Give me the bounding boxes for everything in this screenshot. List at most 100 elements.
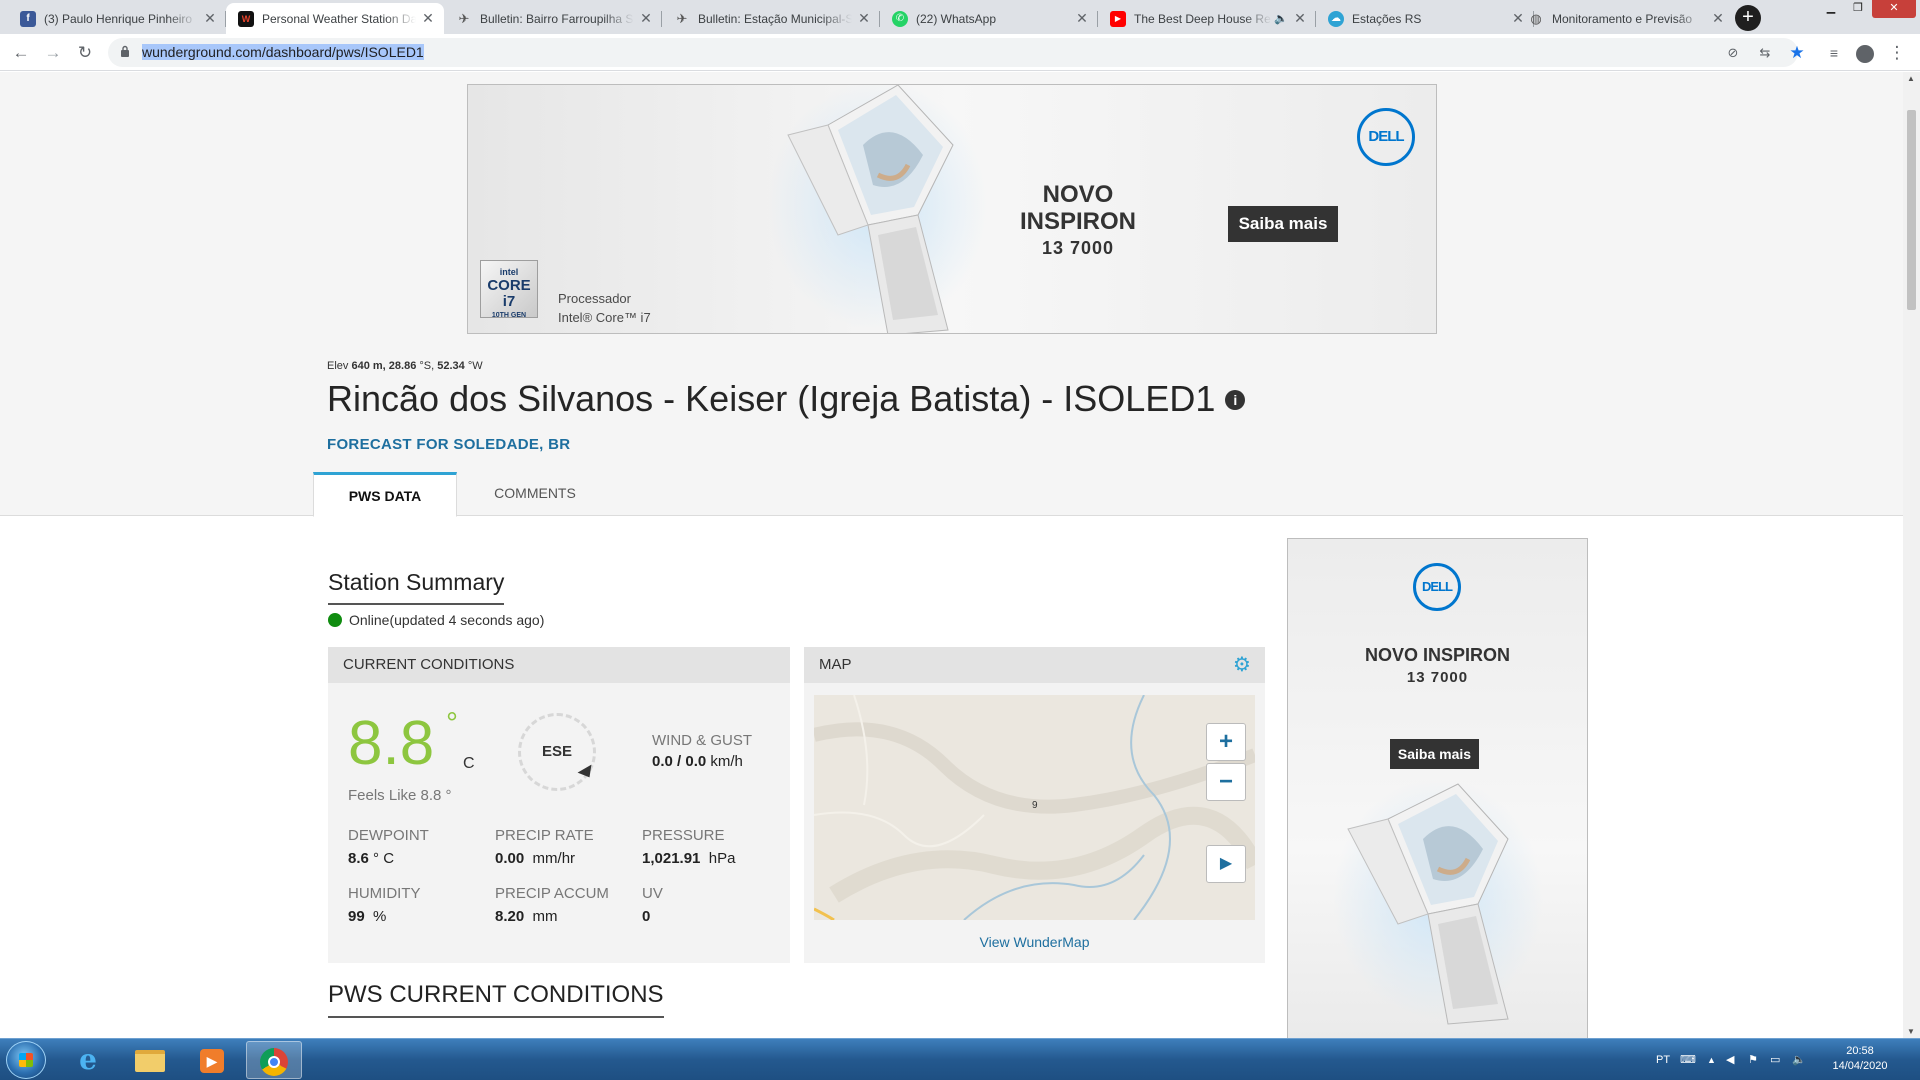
browser-tab[interactable]: ☁ Estações RS ✕ xyxy=(1316,3,1534,34)
online-status-dot xyxy=(328,613,342,627)
saiba-mais-button[interactable]: Saiba mais xyxy=(1390,739,1479,769)
media-player-icon[interactable]: ▶ xyxy=(184,1041,240,1079)
dell-logo: DELL xyxy=(1357,108,1415,166)
close-icon[interactable]: ✕ xyxy=(1292,10,1308,27)
audio-playing-icon[interactable]: 🔈 xyxy=(1274,12,1288,25)
youtube-icon: ▶ xyxy=(1110,10,1126,27)
bookmark-star-icon[interactable]: ★ xyxy=(1788,44,1806,62)
language-indicator[interactable]: PT xyxy=(1656,1039,1670,1080)
tab-title: The Best Deep House Re xyxy=(1134,11,1271,26)
internet-explorer-icon[interactable]: e xyxy=(60,1041,116,1079)
close-icon[interactable]: ✕ xyxy=(638,10,654,27)
banner-ad[interactable]: intel CORE i7 10TH GEN Processador Intel… xyxy=(467,84,1437,334)
back-arrow-icon[interactable]: ← xyxy=(9,41,33,65)
web-page: intel CORE i7 10TH GEN Processador Intel… xyxy=(0,72,1920,1038)
whatsapp-icon: ✆ xyxy=(892,10,908,27)
volume-icon[interactable]: 🔈 xyxy=(1792,1039,1806,1080)
close-icon[interactable]: ✕ xyxy=(856,10,872,27)
new-tab-button[interactable]: + xyxy=(1735,5,1761,31)
browser-tab[interactable]: f (3) Paulo Henrique Pinheiro ✕ xyxy=(8,3,226,34)
browser-tab[interactable]: ▶ The Best Deep House Re 🔈 ✕ xyxy=(1098,3,1316,34)
gear-icon[interactable]: ⚙ xyxy=(1233,655,1253,675)
chrome-icon[interactable] xyxy=(246,1041,302,1079)
media-queue-icon[interactable]: ≡ xyxy=(1822,41,1846,65)
ad-headline: NOVO INSPIRON xyxy=(1364,645,1511,665)
current-conditions-panel: CURRENT CONDITIONS 8.8 ° C Feels Like 8.… xyxy=(328,647,790,963)
ad-model: 13 7000 xyxy=(1406,669,1469,686)
page-scrollbar[interactable]: ▲ ▼ xyxy=(1903,72,1920,1038)
laptop-image xyxy=(1333,779,1543,1025)
facebook-icon: f xyxy=(20,10,36,27)
play-animation-button[interactable]: ▶ xyxy=(1206,845,1246,883)
precip-rate-value: 0.00 mm/hr xyxy=(495,850,576,867)
info-icon[interactable]: i xyxy=(1225,390,1246,410)
browser-tab[interactable]: ✈ Bulletin: Estação Municipal-S ✕ xyxy=(662,3,880,34)
show-hidden-icons[interactable]: ▲ xyxy=(1707,1039,1716,1080)
windows-taskbar: e ▶ PT ⌨ ▲ ◀ ⚑ ▭ 🔈 20:58 14/04/2020 xyxy=(0,1038,1920,1080)
monitor-icon[interactable]: ▭ xyxy=(1770,1039,1780,1080)
tab-title: Personal Weather Station Da xyxy=(262,11,416,26)
map-station-marker: 9 xyxy=(1032,800,1038,811)
plane-icon: ✈ xyxy=(458,10,470,26)
minimize-button[interactable]: ▁ xyxy=(1818,0,1844,18)
scroll-up-arrow-icon[interactable]: ▲ xyxy=(1907,74,1915,83)
terrain-map: 9 xyxy=(814,695,1255,920)
forward-arrow-icon[interactable]: → xyxy=(41,41,65,65)
translate-icon[interactable]: ⇆ xyxy=(1756,44,1774,62)
zoom-out-button[interactable]: − xyxy=(1206,763,1246,801)
profile-icon[interactable] xyxy=(1853,41,1877,65)
uv-label: UV xyxy=(642,885,663,902)
close-icon[interactable]: ✕ xyxy=(202,10,218,27)
humidity-label: HUMIDITY xyxy=(348,885,421,902)
tab-title: (22) WhatsApp xyxy=(916,11,997,26)
menu-kebab-icon[interactable]: ⋮ xyxy=(1885,41,1909,65)
keyboard-icon[interactable]: ⌨ xyxy=(1680,1039,1696,1080)
browser-tab-active[interactable]: W Personal Weather Station Da ✕ xyxy=(226,3,444,34)
camera-blocked-icon[interactable]: ⊘ xyxy=(1724,44,1742,62)
pressure-value: 1,021.91 hPa xyxy=(642,850,736,867)
clock-date: 14/04/2020 xyxy=(1832,1060,1888,1072)
tab-title: Monitoramento e Previsão xyxy=(1552,11,1693,26)
reload-icon[interactable]: ↻ xyxy=(73,41,97,65)
ad-headline: NOVO INSPIRON 13 7000 xyxy=(1019,181,1136,258)
saiba-mais-button[interactable]: Saiba mais xyxy=(1228,206,1338,242)
tab-pws-data[interactable]: PWS DATA xyxy=(313,472,457,517)
system-clock[interactable]: 20:58 14/04/2020 xyxy=(1820,1044,1900,1074)
tab-title: Bulletin: Estação Municipal-S xyxy=(698,11,852,26)
wind-gust-value: 0.0 / 0.0 km/h xyxy=(652,753,743,770)
map-view[interactable]: 9 + − ▶ xyxy=(814,695,1255,920)
cloud-icon: ☁ xyxy=(1328,10,1344,27)
browser-tab-strip: f (3) Paulo Henrique Pinheiro ✕ W Person… xyxy=(0,0,1920,34)
zoom-in-button[interactable]: + xyxy=(1206,723,1246,761)
speaker-alt-icon[interactable]: ◀ xyxy=(1726,1039,1734,1080)
wind-direction: ESE xyxy=(541,743,572,760)
tab-comments[interactable]: COMMENTS xyxy=(457,472,613,517)
file-explorer-icon[interactable] xyxy=(122,1041,178,1079)
online-status: Online(updated 4 seconds ago) xyxy=(328,612,544,628)
browser-tab[interactable]: ✈ Bulletin: Bairro Farroupilha S ✕ xyxy=(444,3,662,34)
station-title: Rincão dos Silvanos - Keiser (Igreja Bat… xyxy=(327,378,1246,420)
side-ad[interactable]: DELL NOVO INSPIRON 13 7000 Saiba mais xyxy=(1287,538,1588,1038)
close-icon[interactable]: ✕ xyxy=(1074,10,1090,27)
forecast-link[interactable]: FORECAST FOR SOLEDADE, BR xyxy=(327,436,570,453)
maximize-button[interactable]: ❐ xyxy=(1845,0,1871,18)
precip-accum-label: PRECIP ACCUM xyxy=(495,885,609,902)
browser-tab[interactable]: ◍ Monitoramento e Previsão ✕ xyxy=(1516,3,1734,34)
view-wundermap-link[interactable]: View WunderMap xyxy=(804,934,1265,950)
browser-toolbar: ← → ↻ wunderground.com/dashboard/pws/ISO… xyxy=(0,34,1920,71)
tab-title: Estações RS xyxy=(1352,11,1422,26)
start-button[interactable] xyxy=(6,1041,46,1079)
url-text[interactable]: wunderground.com/dashboard/pws/ISOLED1 xyxy=(142,44,424,60)
browser-tab[interactable]: ✆ (22) WhatsApp ✕ xyxy=(880,3,1098,34)
flag-icon[interactable]: ⚑ xyxy=(1748,1039,1758,1080)
scroll-thumb[interactable] xyxy=(1907,110,1916,310)
humidity-value: 99 % xyxy=(348,908,387,925)
tab-title: (3) Paulo Henrique Pinheiro xyxy=(44,11,193,26)
address-bar[interactable]: wunderground.com/dashboard/pws/ISOLED1 ⊘… xyxy=(108,38,1805,67)
scroll-down-arrow-icon[interactable]: ▼ xyxy=(1907,1027,1915,1036)
close-icon[interactable]: ✕ xyxy=(1710,10,1726,27)
degree-symbol: ° xyxy=(446,707,458,740)
close-window-button[interactable]: ✕ xyxy=(1872,0,1916,18)
close-icon[interactable]: ✕ xyxy=(420,10,436,27)
clock-time: 20:58 xyxy=(1846,1045,1874,1057)
